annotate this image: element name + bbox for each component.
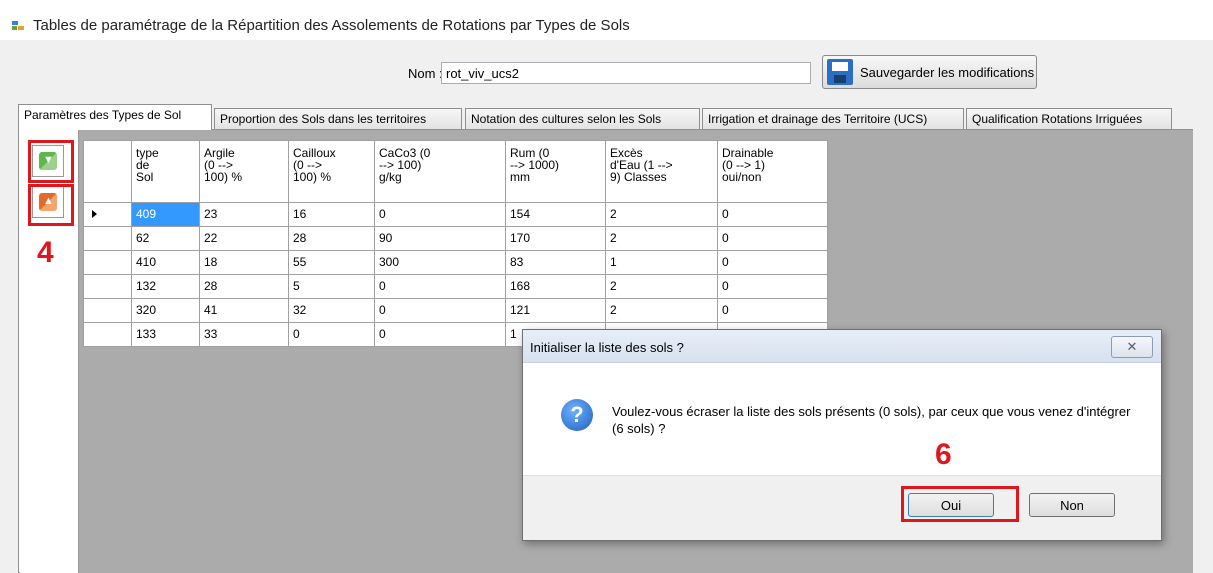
- row-header[interactable]: [83, 226, 132, 251]
- col-header-rum[interactable]: Rum (0 --> 1000) mm: [505, 140, 606, 203]
- grid-cell[interactable]: 0: [374, 274, 506, 299]
- grid-cell[interactable]: 55: [288, 250, 375, 275]
- col-header-caco3[interactable]: CaCo3 (0 --> 100) g/kg: [374, 140, 506, 203]
- grid-cell[interactable]: 132: [131, 274, 200, 299]
- dialog-titlebar: Initialiser la liste des sols ? ✕: [523, 330, 1161, 363]
- floppy-disk-icon: [827, 59, 853, 85]
- grid-cell[interactable]: 168: [505, 274, 606, 299]
- col-header-cailloux[interactable]: Cailloux (0 --> 100) %: [288, 140, 375, 203]
- grid-cell[interactable]: 41: [199, 298, 289, 323]
- grid-cell[interactable]: 0: [717, 202, 828, 227]
- dialog-message: Voulez-vous écraser la liste des sols pr…: [612, 404, 1131, 436]
- row-header-corner: [83, 140, 132, 203]
- no-button[interactable]: Non: [1029, 493, 1115, 517]
- col-header-exces-eau[interactable]: Excès d'Eau (1 --> 9) Classes: [605, 140, 718, 203]
- tab-proportion-sols[interactable]: Proportion des Sols dans les territoires: [214, 108, 462, 129]
- grid-cell[interactable]: 90: [374, 226, 506, 251]
- col-header-drainable[interactable]: Drainable (0 --> 1) oui/non: [717, 140, 828, 203]
- grid-cell[interactable]: 300: [374, 250, 506, 275]
- grid-cell[interactable]: 23: [199, 202, 289, 227]
- grid-cell[interactable]: 320: [131, 298, 200, 323]
- grid-cell[interactable]: 5: [288, 274, 375, 299]
- grid-cell[interactable]: 0: [717, 274, 828, 299]
- grid-cell[interactable]: 2: [605, 202, 718, 227]
- question-icon: ?: [561, 399, 593, 431]
- dialog-footer: Oui Non: [523, 475, 1161, 540]
- save-button-label: Sauvegarder les modifications: [860, 65, 1035, 80]
- window-titlebar: Tables de paramétrage de la Répartition …: [0, 0, 1213, 40]
- nom-label: Nom :: [408, 66, 443, 81]
- row-header[interactable]: [83, 274, 132, 299]
- grid-cell[interactable]: 170: [505, 226, 606, 251]
- grid-cell[interactable]: 0: [717, 298, 828, 323]
- grid-cell[interactable]: 32: [288, 298, 375, 323]
- close-icon[interactable]: ✕: [1111, 336, 1153, 358]
- tab-notation-cultures[interactable]: Notation des cultures selon les Sols: [465, 108, 700, 129]
- grid-cell[interactable]: 133: [131, 322, 200, 347]
- grid-cell[interactable]: 22: [199, 226, 289, 251]
- grid-cell[interactable]: 121: [505, 298, 606, 323]
- annotation-box-yes: [901, 486, 1019, 522]
- row-header[interactable]: [83, 322, 132, 347]
- tab-parametres-types-sol[interactable]: Paramètres des Types de Sol: [18, 104, 212, 130]
- tab-qualification-rotations[interactable]: Qualification Rotations Irriguées: [966, 108, 1172, 129]
- annotation-number-export: 4: [37, 236, 54, 269]
- annotation-number-dialog: 6: [935, 438, 952, 471]
- row-header-current[interactable]: [83, 202, 132, 227]
- grid-cell[interactable]: 2: [605, 226, 718, 251]
- col-header-argile[interactable]: Argile (0 --> 100) %: [199, 140, 289, 203]
- table-row[interactable]: 320 41 32 0 121 2 0: [83, 298, 828, 323]
- row-header[interactable]: [83, 298, 132, 323]
- save-button[interactable]: Sauvegarder les modifications: [822, 55, 1037, 89]
- annotation-box-import: [28, 140, 74, 183]
- grid-cell[interactable]: 2: [605, 298, 718, 323]
- grid-cell[interactable]: 0: [288, 322, 375, 347]
- grid-cell[interactable]: 28: [199, 274, 289, 299]
- grid-cell[interactable]: 2: [605, 274, 718, 299]
- grid-cell[interactable]: 16: [288, 202, 375, 227]
- annotation-box-export: [28, 184, 74, 226]
- table-row[interactable]: 410 18 55 300 83 1 0: [83, 250, 828, 275]
- grid-cell[interactable]: 0: [374, 322, 506, 347]
- grid-cell[interactable]: 0: [374, 298, 506, 323]
- grid-cell[interactable]: 0: [717, 250, 828, 275]
- grid-cell[interactable]: 33: [199, 322, 289, 347]
- table-row[interactable]: 132 28 5 0 168 2 0: [83, 274, 828, 299]
- grid-cell[interactable]: 62: [131, 226, 200, 251]
- tab-irrigation-drainage[interactable]: Irrigation et drainage des Territoire (U…: [702, 108, 964, 129]
- grid-cell[interactable]: 28: [288, 226, 375, 251]
- window-title: Tables de paramétrage de la Répartition …: [33, 17, 630, 34]
- table-row[interactable]: 62 22 28 90 170 2 0: [83, 226, 828, 251]
- table-row[interactable]: 409 23 16 0 154 2 0: [83, 202, 828, 227]
- grid-cell[interactable]: 0: [717, 226, 828, 251]
- grid-header-row: type de Sol Argile (0 --> 100) % Cailloux (0 …: [83, 140, 828, 203]
- col-header-type-sol[interactable]: type de Sol: [131, 140, 200, 203]
- grid-cell[interactable]: 154: [505, 202, 606, 227]
- current-row-arrow-icon: [92, 210, 97, 218]
- grid-cell[interactable]: 0: [374, 202, 506, 227]
- grid-cell[interactable]: 409: [131, 202, 200, 227]
- app-icon: [12, 21, 24, 31]
- confirm-dialog: Initialiser la liste des sols ? ✕ ? Voul…: [522, 329, 1162, 541]
- grid-cell[interactable]: 1: [605, 250, 718, 275]
- dialog-title: Initialiser la liste des sols ?: [530, 340, 684, 355]
- grid-cell[interactable]: 18: [199, 250, 289, 275]
- nom-input[interactable]: [441, 62, 811, 84]
- grid-cell[interactable]: 410: [131, 250, 200, 275]
- soil-types-grid: type de Sol Argile (0 --> 100) % Cailloux (0 …: [83, 140, 828, 347]
- row-header[interactable]: [83, 250, 132, 275]
- grid-cell[interactable]: 83: [505, 250, 606, 275]
